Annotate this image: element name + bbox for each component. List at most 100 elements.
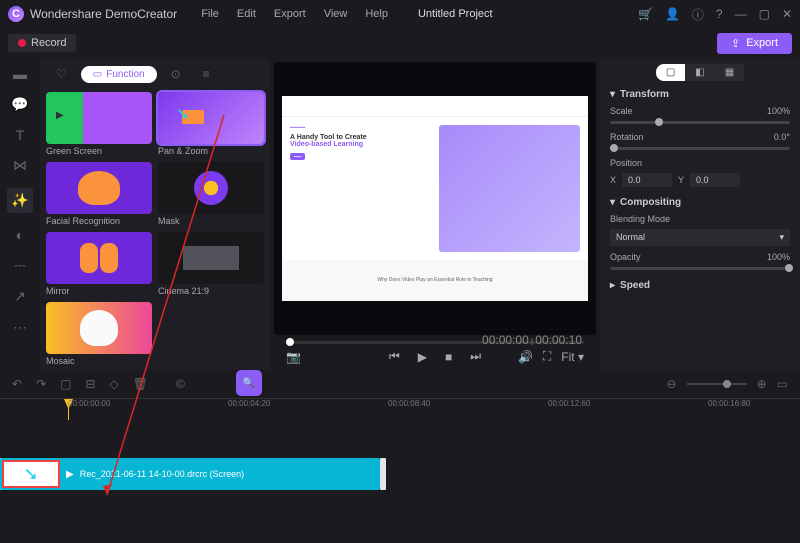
props-tab-color[interactable]: ▦ bbox=[715, 64, 744, 81]
speed-header[interactable]: ▸ Speed bbox=[610, 280, 790, 291]
menu-file[interactable]: File bbox=[201, 8, 219, 20]
tab-function[interactable]: ▭ Function bbox=[81, 66, 157, 83]
effect-thumb bbox=[158, 232, 264, 284]
main-menu: File Edit Export View Help Untitled Proj… bbox=[201, 8, 492, 20]
user-icon[interactable]: 👤 bbox=[665, 7, 680, 21]
export-icon: ⇪ bbox=[731, 37, 740, 50]
video-clip[interactable]: ➘ ▶ Rec_2021-06-11 14-10-00.drcrc (Scree… bbox=[0, 458, 380, 490]
y-input[interactable] bbox=[690, 173, 740, 187]
effect-label: Pan & Zoom bbox=[158, 146, 264, 156]
preview-content: ━━━━━ A Handy Tool to CreateVideo-based … bbox=[282, 96, 588, 301]
props-tab-audio[interactable]: ◧ bbox=[685, 64, 714, 81]
rail-cursor-icon[interactable]: ↗ bbox=[14, 288, 26, 305]
title-bar: C Wondershare DemoCreator File Edit Expo… bbox=[0, 0, 800, 28]
rotation-slider[interactable] bbox=[610, 147, 790, 150]
record-button[interactable]: Record bbox=[8, 34, 76, 52]
minimize-button[interactable]: — bbox=[735, 7, 747, 21]
effect-thumb bbox=[158, 162, 264, 214]
preview-video[interactable]: ━━━━━ A Handy Tool to CreateVideo-based … bbox=[274, 62, 596, 335]
compositing-header[interactable]: ▾ Compositing bbox=[610, 197, 790, 208]
tab-overlay-icon[interactable]: ⊙ bbox=[163, 64, 189, 84]
search-icon: 🔍 bbox=[243, 378, 255, 389]
delete-icon[interactable]: 🗑 bbox=[133, 377, 148, 391]
rail-captions-icon[interactable]: 💬 bbox=[11, 96, 28, 113]
zoom-in-icon[interactable]: ⊕ bbox=[757, 377, 767, 391]
tab-list-icon[interactable]: ≡ bbox=[195, 64, 218, 84]
x-label: X bbox=[610, 175, 616, 185]
menu-view[interactable]: View bbox=[324, 8, 348, 20]
effect-cinema[interactable]: Cinema 21:9 bbox=[158, 232, 264, 296]
split-icon[interactable]: ⊟ bbox=[85, 377, 95, 391]
snapshot-icon[interactable]: 📷 bbox=[286, 350, 301, 364]
play-button[interactable]: ▶ bbox=[418, 350, 427, 364]
search-button[interactable]: 🔍 bbox=[236, 370, 262, 396]
redo-icon[interactable]: ↷ bbox=[36, 377, 46, 391]
marker-icon[interactable]: ◇ bbox=[110, 377, 119, 391]
rail-more-icon[interactable]: ⋯ bbox=[13, 319, 27, 336]
export-button[interactable]: ⇪ Export bbox=[717, 33, 792, 54]
effect-label: Cinema 21:9 bbox=[158, 286, 264, 296]
copyright-icon[interactable]: © bbox=[176, 377, 185, 391]
tab-favorites-icon[interactable]: ♡ bbox=[48, 64, 75, 84]
preview-headline2: Video-based Learning bbox=[290, 141, 363, 148]
x-input[interactable] bbox=[622, 173, 672, 187]
rail-effects-icon[interactable]: ✨ bbox=[7, 188, 32, 213]
effect-pan-zoom[interactable]: ➘ Pan & Zoom bbox=[158, 92, 264, 156]
fit-select[interactable]: Fit ▾ bbox=[561, 350, 584, 364]
rotation-value: 0.0° bbox=[774, 132, 790, 142]
timeline-ruler[interactable]: 00:00:00:00 00:00:04:20 00:00:08:40 00:0… bbox=[0, 398, 800, 420]
maximize-button[interactable]: ▢ bbox=[759, 7, 770, 21]
effect-facial-recognition[interactable]: Facial Recognition bbox=[46, 162, 152, 226]
y-label: Y bbox=[678, 175, 684, 185]
preview-panel: ━━━━━ A Handy Tool to CreateVideo-based … bbox=[270, 58, 600, 370]
project-title: Untitled Project bbox=[418, 8, 493, 20]
opacity-slider[interactable] bbox=[610, 267, 790, 270]
menu-edit[interactable]: Edit bbox=[237, 8, 256, 20]
effect-thumb bbox=[46, 302, 152, 354]
transform-header[interactable]: ▾ Transform bbox=[610, 89, 790, 100]
next-button[interactable]: ⏭ bbox=[470, 349, 481, 364]
props-tab-video[interactable]: ▢ bbox=[656, 64, 685, 81]
effect-mask[interactable]: Mask bbox=[158, 162, 264, 226]
effect-green-screen[interactable]: Green Screen bbox=[46, 92, 152, 156]
stop-button[interactable]: ■ bbox=[445, 350, 452, 364]
close-button[interactable]: ✕ bbox=[782, 7, 792, 21]
help-icon[interactable]: ? bbox=[716, 7, 723, 21]
effect-mirror[interactable]: Mirror bbox=[46, 232, 152, 296]
menu-help[interactable]: Help bbox=[365, 8, 388, 20]
record-label: Record bbox=[31, 37, 66, 49]
effects-panel: ♡ ▭ Function ⊙ ≡ Green Screen ➘ Pan & Zo… bbox=[40, 58, 270, 370]
scale-slider[interactable] bbox=[610, 121, 790, 124]
volume-icon[interactable]: 🔊 bbox=[518, 350, 533, 364]
fullscreen-icon[interactable]: ⛶ bbox=[543, 349, 551, 364]
zoom-slider[interactable] bbox=[687, 383, 747, 385]
prev-button[interactable]: ⏮ bbox=[389, 349, 400, 364]
tracks-area[interactable]: 👁 🔒 ➘ ▶ Rec_2021-06-11 14-10-00.drcrc (S… bbox=[0, 420, 800, 516]
crop-icon[interactable]: ▢ bbox=[60, 377, 71, 391]
rail-folder-icon[interactable]: ▬ bbox=[13, 66, 27, 82]
zoom-fit-icon[interactable]: ▭ bbox=[777, 377, 788, 391]
app-logo: C bbox=[8, 6, 24, 22]
rail-stickers-icon[interactable]: ◐ bbox=[16, 227, 24, 243]
effect-label: Mask bbox=[158, 216, 264, 226]
blend-select[interactable]: Normal▾ bbox=[610, 229, 790, 246]
menu-export[interactable]: Export bbox=[274, 8, 306, 20]
effect-thumb bbox=[46, 162, 152, 214]
rail-audio-icon[interactable]: ⎓ bbox=[14, 257, 25, 274]
effect-mosaic[interactable]: Mosaic bbox=[46, 302, 152, 366]
clip-handle-right[interactable] bbox=[380, 458, 386, 490]
function-icon: ▭ bbox=[93, 69, 102, 80]
app-name: Wondershare DemoCreator bbox=[30, 7, 177, 21]
effect-thumb bbox=[46, 232, 152, 284]
cart-icon[interactable]: 🛒 bbox=[638, 7, 653, 21]
info-icon[interactable]: ⓘ bbox=[692, 6, 704, 23]
effect-label: Facial Recognition bbox=[46, 216, 152, 226]
blend-label: Blending Mode bbox=[610, 214, 670, 224]
rail-transitions-icon[interactable]: ⋈ bbox=[13, 157, 27, 174]
undo-icon[interactable]: ↶ bbox=[12, 377, 22, 391]
zoom-out-icon[interactable]: ⊖ bbox=[667, 377, 677, 391]
chevron-down-icon: ▾ bbox=[779, 232, 784, 243]
effect-thumb: ➘ bbox=[158, 92, 264, 144]
rail-text-icon[interactable]: T bbox=[16, 127, 25, 143]
ruler-mark: 00:00:12:60 bbox=[548, 399, 590, 408]
